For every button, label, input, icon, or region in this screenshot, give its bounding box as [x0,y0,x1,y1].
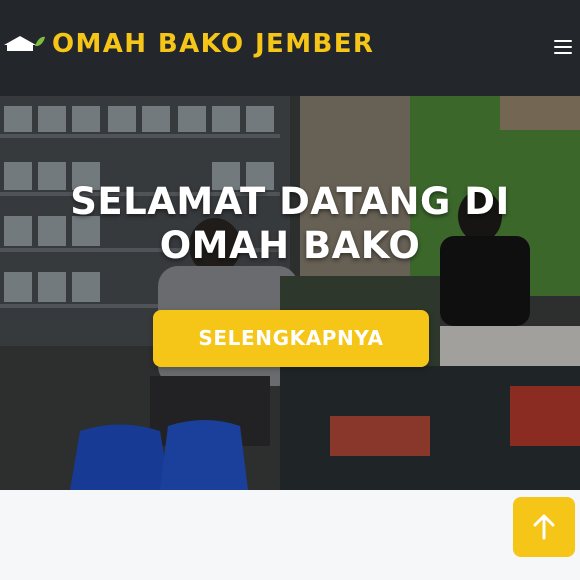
read-more-button[interactable]: SELENGKAPNYA [153,310,429,367]
hero-banner: SELAMAT DATANG DI OMAH BAKO SELENGKAPNYA [0,96,580,490]
navbar: OMAH BAKO JEMBER [0,0,580,96]
page-content [0,490,580,580]
hero-overlay [0,96,580,490]
house-leaf-logo[interactable] [2,34,46,52]
hero-title: SELAMAT DATANG DI OMAH BAKO [70,180,510,267]
back-to-top-button[interactable] [513,497,575,557]
hamburger-menu-icon[interactable] [554,40,572,55]
brand-title[interactable]: OMAH BAKO JEMBER [52,29,374,59]
arrow-up-icon [533,514,555,540]
